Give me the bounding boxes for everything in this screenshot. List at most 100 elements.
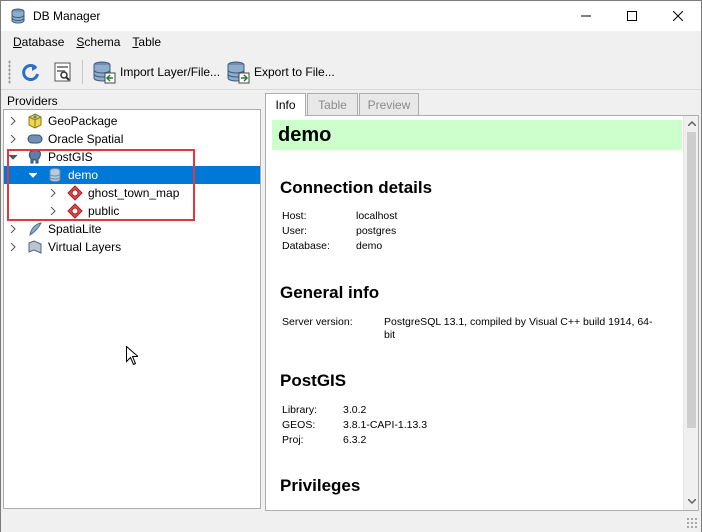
menu-schema-label: chema (84, 35, 121, 49)
size-grip-icon[interactable] (686, 517, 698, 529)
server-version-value: PostgreSQL 13.1, compiled by Visual C++ … (384, 316, 653, 328)
scroll-down-icon (687, 499, 696, 504)
export-database-icon (227, 61, 250, 84)
tab-table-label: Table (318, 97, 347, 112)
sql-window-button[interactable] (52, 58, 74, 86)
menu-table-label: able (138, 35, 162, 49)
expand-arrow-icon[interactable] (8, 116, 18, 126)
mouse-cursor-icon (126, 345, 140, 368)
toolbar: Import Layer/File... Export to File... (1, 54, 701, 90)
expand-arrow-icon[interactable] (8, 224, 18, 234)
host-value: localhost (356, 210, 398, 222)
library-value: 3.0.2 (343, 404, 367, 416)
refresh-button[interactable] (19, 58, 41, 86)
refresh-icon (22, 64, 39, 81)
tab-table[interactable]: Table (307, 93, 358, 115)
user-label: User: (282, 225, 308, 237)
maximize-button[interactable] (609, 1, 655, 31)
menu-schema[interactable]: Schema (70, 35, 126, 49)
tree-item-label: public (88, 204, 120, 218)
expand-arrow-icon[interactable] (8, 134, 18, 144)
window-title: DB Manager (33, 9, 101, 23)
export-file-label: Export to File... (254, 65, 335, 79)
toolbar-separator (82, 60, 83, 84)
scroll-up-icon (687, 121, 696, 126)
providers-title: Providers (7, 94, 58, 108)
info-panel: demo Connection details Host: localhost … (265, 115, 699, 511)
tab-preview-label: Preview (367, 97, 411, 112)
menu-database-label: atabase (21, 35, 65, 49)
privileges-heading: Privileges (280, 476, 361, 495)
tree-item-postgis[interactable]: PostGIS (4, 148, 260, 166)
import-database-icon (93, 61, 116, 84)
schema-icon (67, 203, 83, 219)
tree-item-label: demo (68, 168, 99, 182)
tree-item-geopackage[interactable]: GeoPackage (4, 112, 260, 130)
spatialite-icon (27, 221, 43, 237)
import-layer-button[interactable]: Import Layer/File... (92, 58, 220, 86)
minimize-icon (581, 15, 591, 17)
minimize-button[interactable] (563, 1, 609, 31)
collapse-arrow-icon[interactable] (28, 170, 38, 180)
tab-info-label: Info (275, 98, 296, 112)
tab-preview[interactable]: Preview (359, 93, 419, 115)
scroll-down-button[interactable] (684, 494, 698, 509)
proj-label: Proj: (282, 434, 304, 446)
geopackage-icon (27, 113, 43, 129)
database-title: demo (272, 120, 682, 150)
user-value: postgres (356, 225, 397, 237)
menu-table[interactable]: Table (126, 35, 167, 49)
menu-database[interactable]: Database (7, 35, 70, 49)
connection-details-heading: Connection details (280, 178, 433, 197)
server-version-value-cont: bit (384, 329, 396, 341)
host-label: Host: (282, 210, 307, 222)
database-icon (47, 167, 63, 183)
postgis-heading: PostGIS (280, 371, 347, 390)
proj-value: 6.3.2 (343, 434, 367, 446)
tree-item-label: Virtual Layers (48, 240, 122, 254)
database-value: demo (356, 240, 383, 252)
providers-tree[interactable]: GeoPackage Oracle Spatial PostGIS demo g… (3, 109, 261, 509)
maximize-icon (627, 11, 637, 21)
tree-item-ghost-town-map[interactable]: ghost_town_map (4, 184, 260, 202)
tree-item-label: Oracle Spatial (48, 132, 124, 146)
import-layer-label: Import Layer/File... (120, 65, 221, 79)
schema-icon (67, 185, 83, 201)
collapse-arrow-icon[interactable] (8, 152, 18, 162)
close-icon (673, 11, 683, 21)
sql-window-icon (54, 62, 71, 82)
tree-item-public[interactable]: public (4, 202, 260, 220)
tree-item-demo[interactable]: demo (4, 166, 260, 184)
close-button[interactable] (655, 1, 701, 31)
expand-arrow-icon[interactable] (48, 206, 58, 216)
menu-bar: Database Schema Table (1, 32, 701, 52)
status-bar (1, 512, 701, 532)
library-label: Library: (282, 404, 318, 416)
tree-item-label: GeoPackage (48, 114, 118, 128)
vertical-scrollbar[interactable] (683, 116, 698, 510)
server-version-label: Server version: (282, 316, 353, 328)
scrollbar-thumb[interactable] (687, 132, 696, 428)
tree-item-spatialite[interactable]: SpatiaLite (4, 220, 260, 238)
virtual-layer-icon (27, 239, 43, 255)
tree-item-label: SpatiaLite (48, 222, 102, 236)
tab-info[interactable]: Info (265, 93, 306, 116)
tree-item-label: PostGIS (48, 150, 93, 164)
tree-item-oracle-spatial[interactable]: Oracle Spatial (4, 130, 260, 148)
database-label: Database: (282, 240, 330, 252)
postgis-icon (27, 149, 43, 165)
db-manager-app-icon (10, 8, 26, 24)
oracle-icon (27, 131, 43, 147)
scroll-up-button[interactable] (684, 116, 698, 131)
menu-database-accel: D (13, 35, 22, 49)
tree-item-virtual-layers[interactable]: Virtual Layers (4, 238, 260, 256)
geos-value: 3.8.1-CAPI-1.13.3 (343, 419, 428, 431)
geos-label: GEOS: (282, 419, 316, 431)
title-bar: DB Manager (1, 1, 701, 31)
db-manager-window: DB Manager Database Schema Table Import … (0, 0, 702, 532)
export-file-button[interactable]: Export to File... (226, 58, 335, 86)
expand-arrow-icon[interactable] (48, 188, 58, 198)
toolbar-grip[interactable] (8, 60, 11, 84)
expand-arrow-icon[interactable] (8, 242, 18, 252)
general-info-heading: General info (280, 283, 380, 302)
